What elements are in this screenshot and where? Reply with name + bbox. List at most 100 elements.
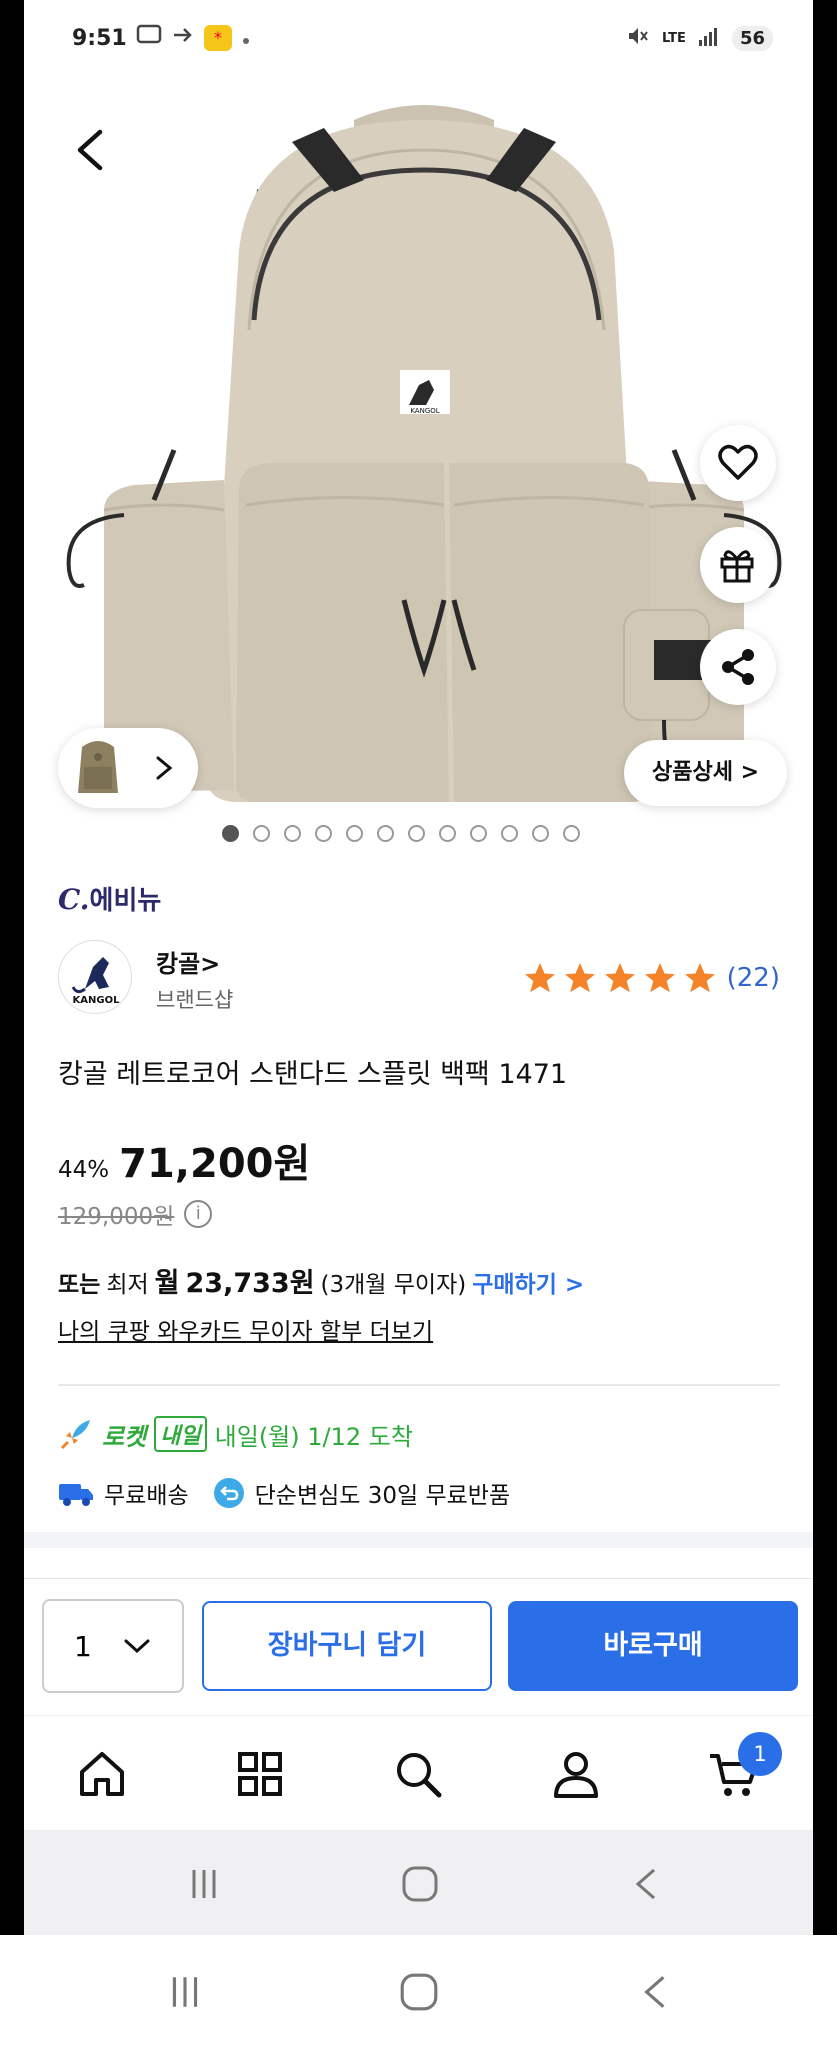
product-info: C.에비뉴 KANGOL 캉골> 브랜드샵 (22) 캉골 레트로코어 스탠다드… [58, 880, 780, 1510]
price-row: 44% 71,200원 [58, 1131, 780, 1189]
seller-logo-mark: C. [58, 883, 90, 916]
installment-month: 월 [154, 1268, 180, 1299]
chevron-right-icon [156, 756, 173, 780]
quantity-value: 1 [74, 1629, 92, 1663]
add-to-cart-button[interactable]: 장바구니 담기 [202, 1601, 492, 1691]
truck-icon [59, 1484, 93, 1506]
wishlist-button[interactable] [700, 425, 776, 501]
rocket-delivery-row: 로켓 내일 내일(월) 1/12 도착 [58, 1416, 780, 1452]
home-button-icon[interactable] [400, 1864, 440, 1904]
return-policy-label: 단순변심도 30일 무료반품 [254, 1483, 511, 1509]
nav-home[interactable] [74, 1746, 130, 1802]
system-nav-bar-outer [0, 1935, 837, 2048]
brand-row: KANGOL 캉골> 브랜드샵 (22) [58, 940, 780, 1024]
phone-screen: 9:51 * LTE 56 KANGOL 상품상세 > C.에비뉴 KANGOL… [24, 0, 813, 1935]
back-nav-icon[interactable] [636, 1971, 674, 2013]
arrival-date: 내일(월) 1/12 도착 [214, 1422, 413, 1451]
product-details-button[interactable]: 상품상세 > [624, 740, 788, 806]
nav-search[interactable] [390, 1746, 446, 1802]
gift-button[interactable] [700, 527, 776, 603]
star-icon [564, 963, 595, 993]
original-price-row: 129,000원 i [58, 1197, 780, 1231]
svg-text:KANGOL: KANGOL [410, 407, 439, 415]
status-right-icons: LTE 56 [626, 24, 773, 53]
pagination-dot [222, 825, 239, 842]
star-icon [644, 963, 675, 993]
home-button-icon[interactable] [398, 1971, 440, 2013]
back-nav-icon[interactable] [628, 1864, 664, 1904]
product-image-gallery[interactable]: KANGOL 상품상세 > [24, 80, 813, 860]
pagination-dot [501, 825, 518, 842]
free-shipping-label: 무료배송 [104, 1483, 189, 1509]
pagination-dot [253, 825, 270, 842]
brand-name-link[interactable]: 캉골> [156, 944, 220, 979]
nav-cart[interactable]: 1 [706, 1732, 782, 1802]
wow-card-link[interactable]: 나의 쿠팡 와우카드 무이자 할부 더보기 [58, 1312, 780, 1346]
thumbnail-strip[interactable] [58, 728, 198, 808]
arrow-icon [172, 24, 194, 52]
system-nav-bar-inner [24, 1830, 813, 1935]
pagination-dot [408, 825, 425, 842]
buy-now-button[interactable]: 바로구매 [508, 1601, 798, 1691]
pagination-dot [532, 825, 549, 842]
installment-or: 또는 [58, 1272, 101, 1298]
message-icon [136, 24, 162, 52]
heart-icon [718, 444, 758, 480]
cart-count-badge: 1 [738, 1732, 782, 1776]
installment-buy-link[interactable]: 구매하기 > [472, 1265, 584, 1299]
status-time: 9:51 [72, 26, 127, 51]
recent-apps-icon[interactable] [166, 1973, 204, 2011]
dot-icon [242, 26, 250, 51]
pagination-dot [439, 825, 456, 842]
battery-indicator: 56 [731, 26, 773, 51]
sale-price: 71,200원 [119, 1141, 311, 1187]
nav-my-page[interactable] [548, 1746, 604, 1802]
pagination-dot [470, 825, 487, 842]
status-left-icons: * [136, 24, 250, 52]
original-price: 129,000원 [58, 1204, 175, 1230]
brand-shop-label: 브랜드샵 [156, 988, 234, 1012]
chevron-left-icon [77, 129, 103, 171]
share-button[interactable] [700, 629, 776, 705]
installment-monthly-price: 23,733원 [185, 1268, 315, 1299]
category-icon [238, 1752, 282, 1796]
home-icon [80, 1752, 124, 1796]
installment-terms: (3개월 무이자) [320, 1272, 467, 1298]
divider [58, 1384, 780, 1386]
product-rating[interactable]: (22) [521, 960, 780, 996]
pagination-dot [563, 825, 580, 842]
brand-logo[interactable]: KANGOL [58, 940, 132, 1014]
nav-category[interactable] [232, 1746, 288, 1802]
shipping-row: 무료배송 단순변심도 30일 무료반품 [58, 1476, 780, 1510]
recent-apps-icon[interactable] [186, 1866, 222, 1902]
thumbnail-image [78, 741, 118, 793]
pagination-dot [346, 825, 363, 842]
back-button[interactable] [64, 120, 114, 180]
discount-rate: 44% [58, 1157, 110, 1183]
network-label: LTE [662, 31, 686, 46]
notification-badge: * [204, 25, 232, 51]
app-bottom-nav: 1 [24, 1715, 813, 1830]
purchase-bar: 1 장바구니 담기 바로구매 [24, 1578, 813, 1696]
signal-icon [698, 26, 720, 51]
star-icon [604, 963, 635, 993]
pagination-dot [315, 825, 332, 842]
info-icon[interactable]: i [184, 1200, 213, 1228]
gift-icon [720, 550, 754, 583]
installment-row: 또는 최저 월 23,733원 (3개월 무이자) 구매하기 > [58, 1261, 780, 1300]
section-separator [24, 1532, 813, 1548]
rocket-label: 로켓 [102, 1422, 147, 1451]
pagination-dot [284, 825, 301, 842]
review-count[interactable]: (22) [727, 963, 780, 993]
seller-logo[interactable]: C.에비뉴 [58, 880, 780, 930]
quantity-select[interactable]: 1 [42, 1599, 184, 1693]
mute-icon [626, 24, 650, 53]
my-page-icon [554, 1752, 598, 1798]
gallery-pagination [222, 825, 580, 842]
star-icon [524, 963, 555, 993]
tomorrow-badge: 내일 [154, 1416, 207, 1452]
seller-logo-name: 에비뉴 [89, 886, 162, 916]
product-title: 캉골 레트로코어 스탠다드 스플릿 백팩 1471 [58, 1059, 568, 1090]
chevron-down-icon [124, 1639, 150, 1654]
pagination-dot [377, 825, 394, 842]
